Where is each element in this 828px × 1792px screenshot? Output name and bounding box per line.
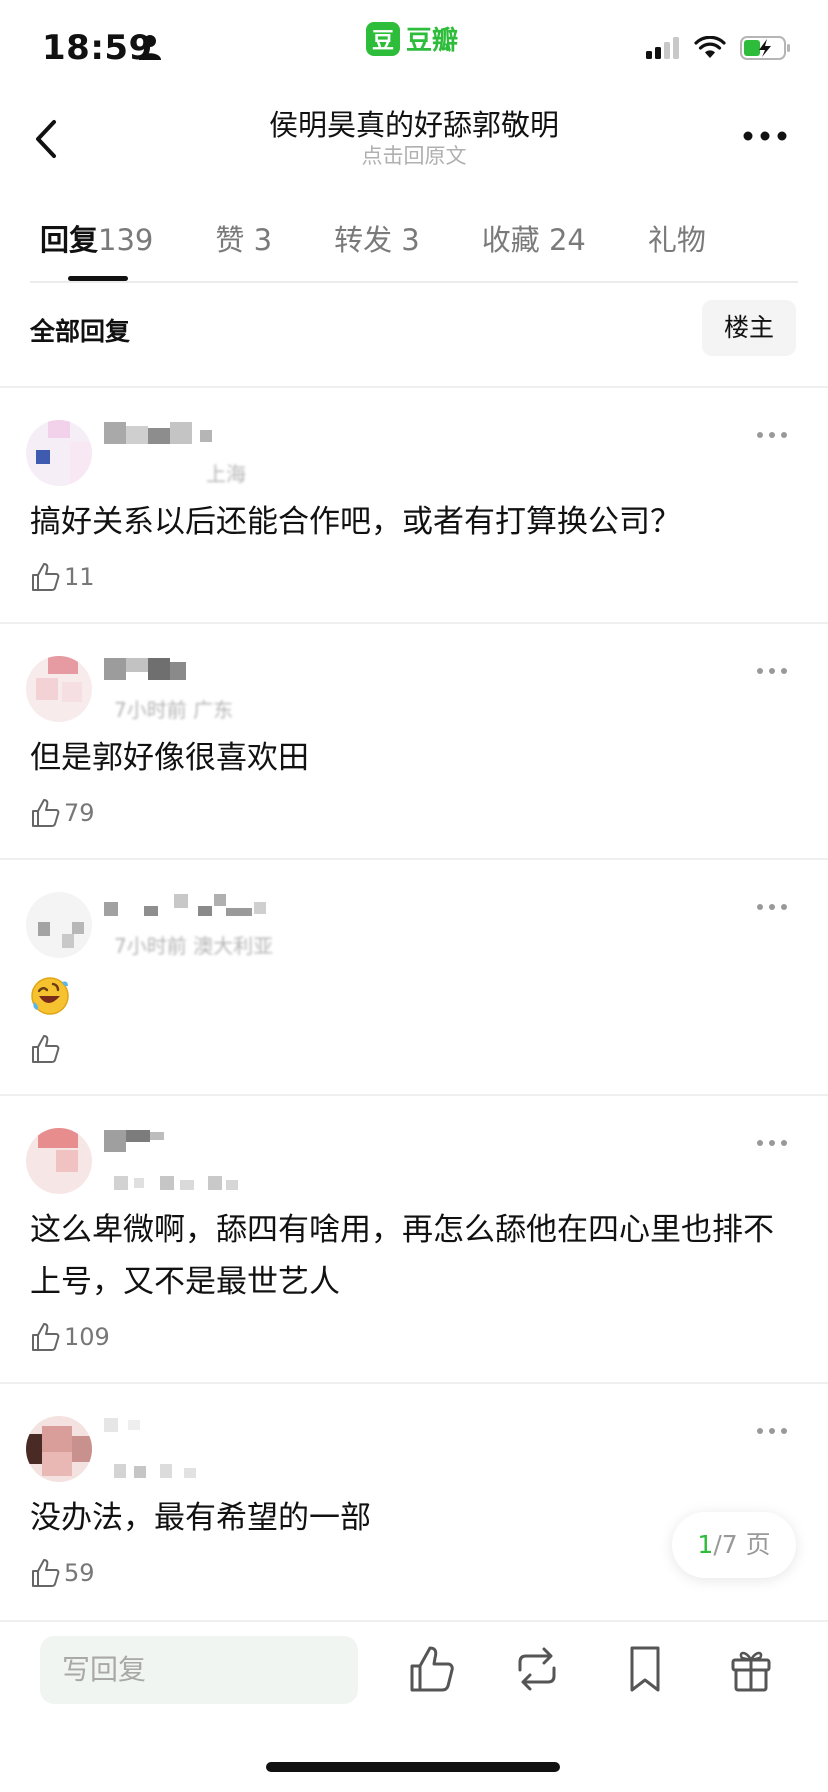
section-header: 全部回复 楼主: [0, 298, 828, 358]
tab-count: 3: [401, 223, 420, 257]
divider: [30, 281, 798, 283]
like-button[interactable]: 59: [30, 1558, 95, 1588]
nav-bar: 侯明昊真的好舔郭敬明 点击回原文: [0, 100, 828, 200]
comment-text: 这么卑微啊，舔四有啥用，再怎么舔他在四心里也排不上号，又不是最世艺人: [30, 1212, 774, 1300]
douban-logo-icon: 豆: [366, 21, 400, 56]
tab-likes[interactable]: 赞 3: [215, 218, 272, 278]
comment-meta: 7小时前 广东: [114, 698, 234, 722]
battery-charging-icon: [740, 36, 790, 60]
status-indicators: [646, 36, 792, 60]
comment-more-button[interactable]: [756, 902, 788, 912]
username-blurred[interactable]: [104, 1418, 164, 1440]
tab-count: 139: [98, 223, 154, 257]
tab-label: 回复: [40, 223, 99, 257]
like-button[interactable]: 11: [30, 562, 95, 592]
comment-text: 搞好关系以后还能合作吧，或者有打算换公司？: [30, 504, 681, 540]
comment-item: 7小时前 澳大利亚: [0, 858, 828, 1094]
person-icon: [139, 35, 161, 60]
like-button[interactable]: 79: [30, 798, 95, 828]
more-options-button[interactable]: [742, 126, 788, 146]
tab-bar: 回复139 赞 3 转发 3 收藏 24 礼物: [40, 218, 768, 281]
avatar[interactable]: [26, 892, 92, 958]
signal-icon: [646, 37, 679, 59]
tab-label: 礼物: [647, 223, 706, 257]
comment-item: 没办法，最有希望的一部 59: [0, 1382, 828, 1620]
like-button[interactable]: [30, 1034, 60, 1064]
bookmark-icon[interactable]: [622, 1644, 668, 1694]
username-blurred[interactable]: [104, 1130, 174, 1152]
section-title: 全部回复: [30, 317, 131, 346]
tab-label: 赞: [215, 223, 245, 257]
tab-label: 转发: [334, 223, 393, 257]
tab-replies[interactable]: 回复139: [40, 218, 154, 281]
like-count: 109: [64, 1323, 110, 1351]
repost-icon[interactable]: [514, 1644, 560, 1694]
back-to-original-link[interactable]: 点击回原文: [0, 140, 828, 170]
reply-input[interactable]: 写回复: [40, 1636, 358, 1704]
comment-more-button[interactable]: [756, 1426, 788, 1436]
tab-reposts[interactable]: 转发 3: [334, 218, 420, 278]
rolling-on-floor-laughing-emoji-icon: [31, 977, 69, 1015]
thumbs-up-icon: [32, 1323, 60, 1351]
current-page: 1: [697, 1530, 714, 1559]
avatar[interactable]: [26, 656, 92, 722]
status-time: 18:59: [42, 28, 153, 68]
app-name: 豆瓣: [406, 26, 459, 56]
like-count: 79: [64, 799, 95, 827]
comment-item: 7小时前 广东 但是郭好像很喜欢田 79: [0, 622, 828, 858]
meta-blurred: [114, 1176, 238, 1190]
avatar[interactable]: [26, 1128, 92, 1194]
thumbs-up-icon: [32, 563, 60, 591]
comment-meta: 上海: [206, 462, 246, 486]
comment-item: 这么卑微啊，舔四有啥用，再怎么舔他在四心里也排不上号，又不是最世艺人 109: [0, 1094, 828, 1382]
tab-collections[interactable]: 收藏 24: [482, 218, 586, 278]
tab-count: 24: [548, 223, 586, 257]
like-button[interactable]: 109: [30, 1322, 110, 1352]
bottom-action-bar: 写回复: [0, 1620, 828, 1792]
username-blurred[interactable]: [104, 422, 224, 444]
username-blurred[interactable]: [104, 894, 274, 916]
comment-item: 上海 搞好关系以后还能合作吧，或者有打算换公司？ 11: [0, 386, 828, 622]
meta-blurred: [114, 1464, 196, 1478]
avatar[interactable]: [26, 1416, 92, 1482]
thumbs-up-icon: [32, 1035, 60, 1063]
thumbs-up-icon: [32, 1559, 60, 1587]
wifi-icon: [694, 36, 726, 58]
op-only-filter-button[interactable]: 楼主: [702, 300, 796, 356]
status-bar: 18:59 豆 豆瓣: [0, 0, 828, 100]
comment-more-button[interactable]: [756, 430, 788, 440]
comment-more-button[interactable]: [756, 1138, 788, 1148]
comment-text: 但是郭好像很喜欢田: [30, 740, 309, 776]
home-indicator: [266, 1762, 560, 1772]
tab-gifts[interactable]: 礼物: [648, 218, 706, 278]
like-post-button[interactable]: [408, 1644, 454, 1694]
app-brand: 豆 豆瓣: [366, 20, 458, 57]
total-pages: /7 页: [713, 1530, 771, 1559]
avatar[interactable]: [26, 420, 92, 486]
page-indicator[interactable]: 1/7 页: [672, 1512, 796, 1578]
tab-label: 收藏: [481, 223, 540, 257]
tab-count: 3: [253, 223, 273, 257]
like-count: 59: [64, 1559, 95, 1587]
like-count: 11: [64, 563, 95, 591]
username-blurred[interactable]: [104, 658, 204, 680]
comment-more-button[interactable]: [756, 666, 788, 676]
thumbs-up-icon: [32, 799, 60, 827]
page-title[interactable]: 侯明昊真的好舔郭敬明: [0, 102, 828, 144]
gift-icon[interactable]: [728, 1644, 774, 1694]
comment-meta: 7小时前 澳大利亚: [114, 934, 274, 958]
